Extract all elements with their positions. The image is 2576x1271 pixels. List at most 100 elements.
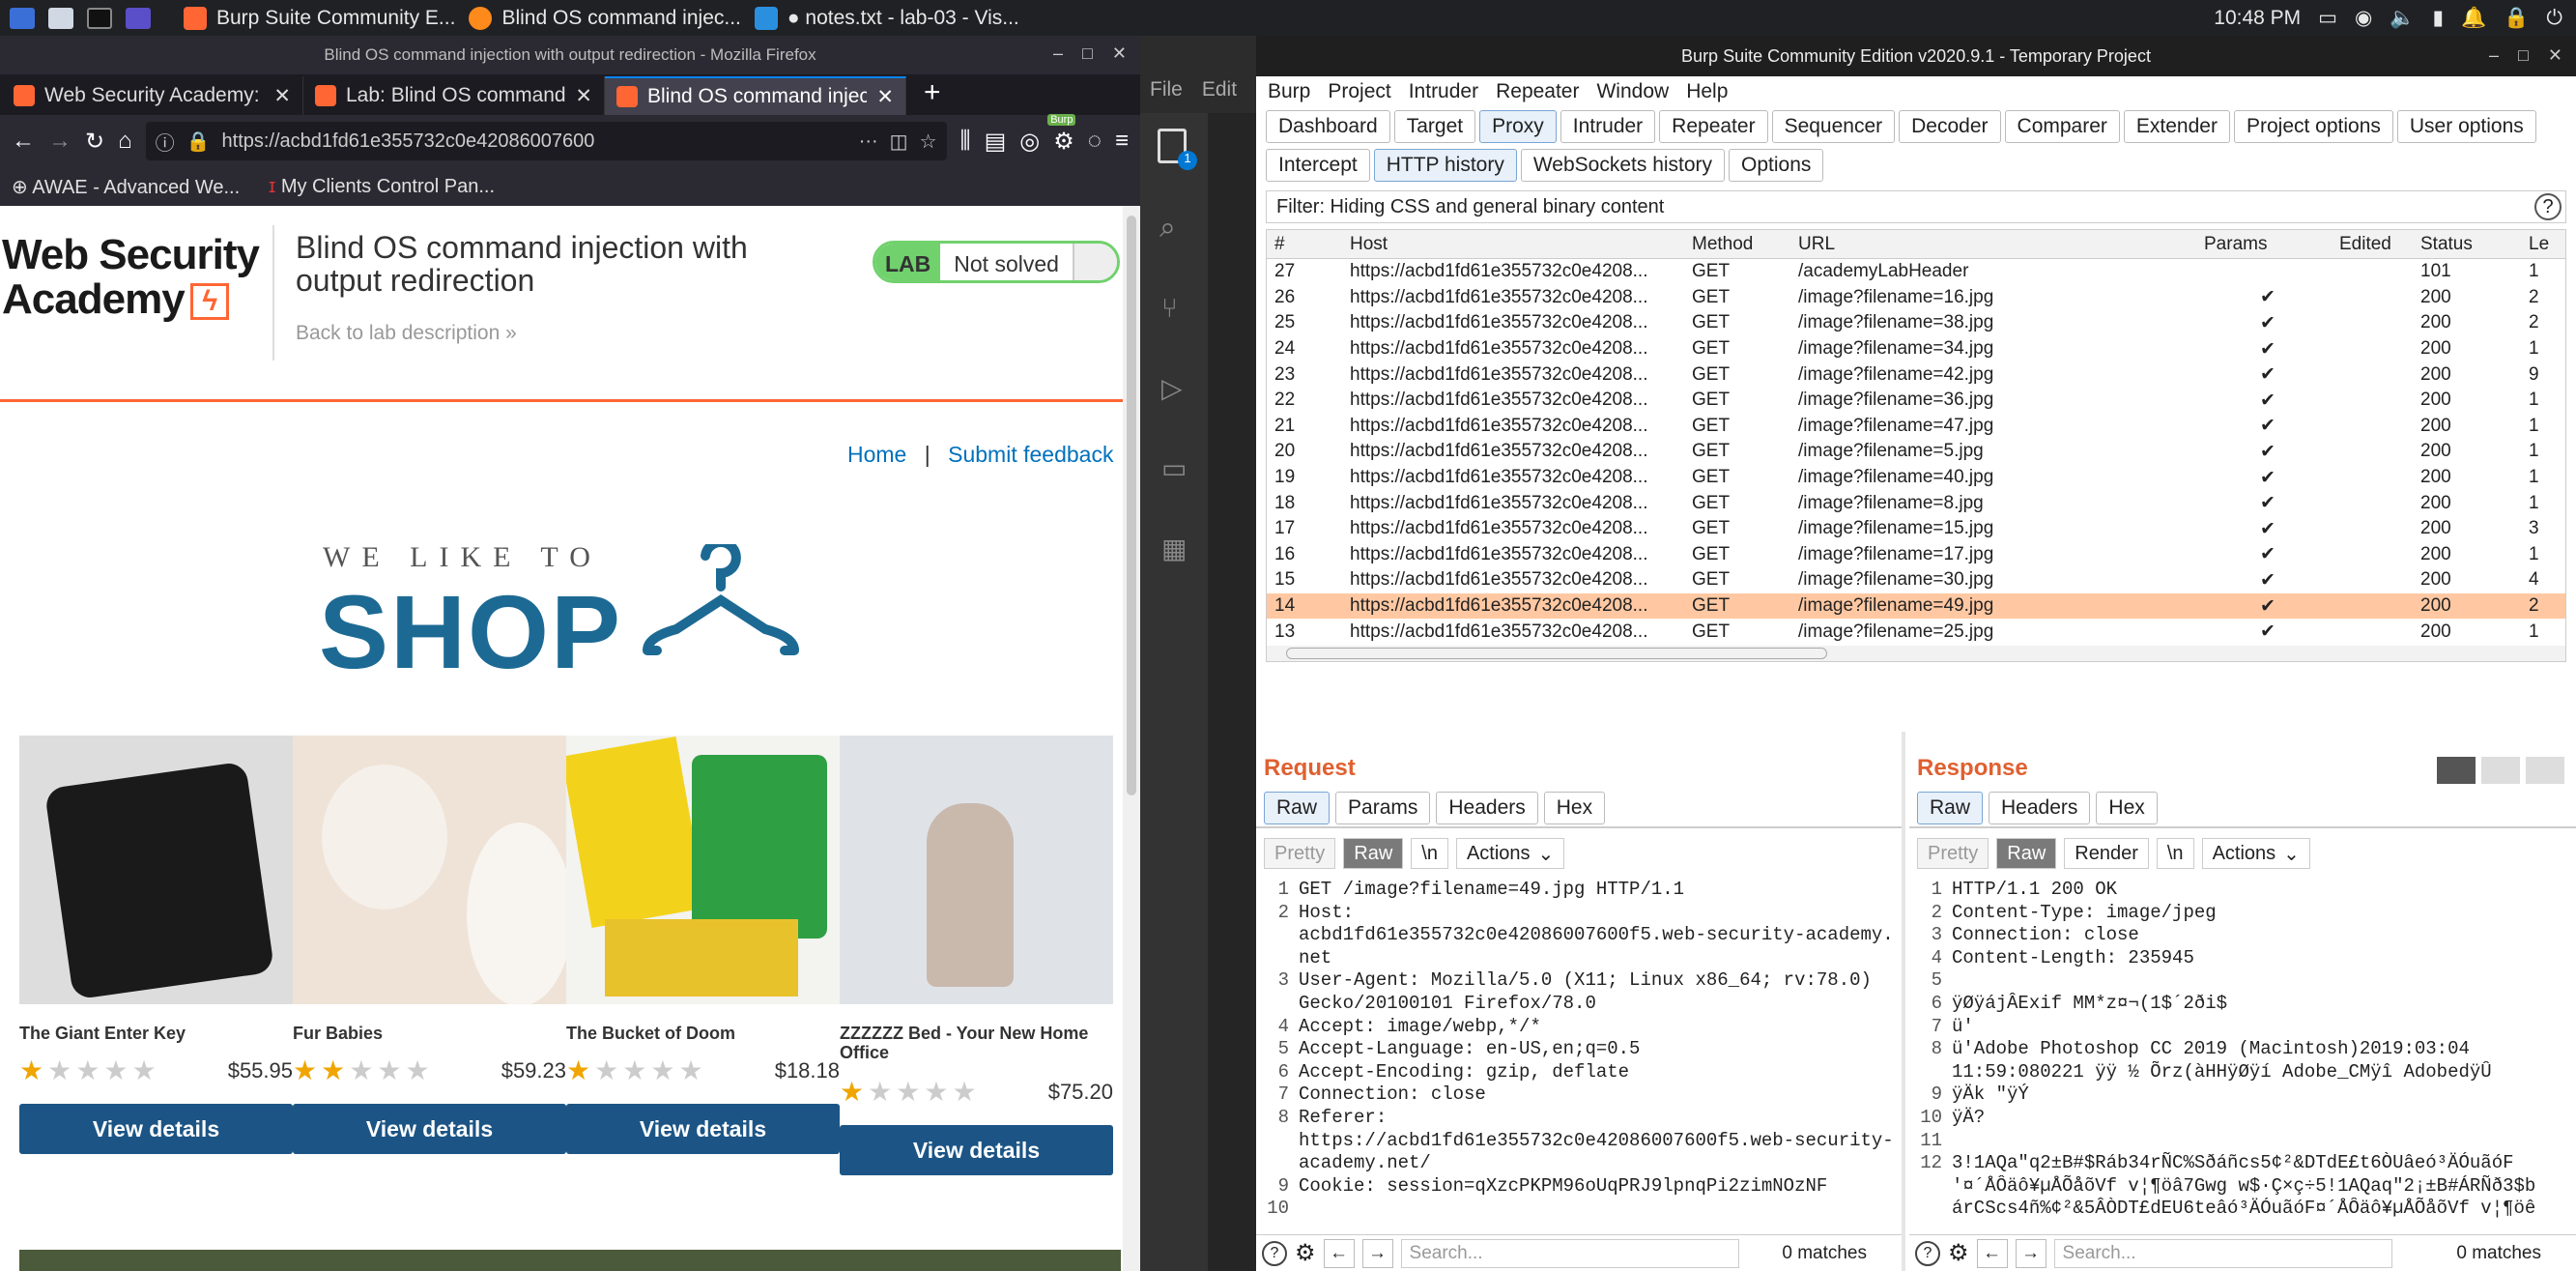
help-icon[interactable]: ? (1262, 1240, 1287, 1266)
volume-icon[interactable]: 🔈 (2390, 7, 2415, 30)
tab-close-icon[interactable]: ✕ (575, 84, 592, 108)
workspace-icon[interactable] (10, 7, 35, 29)
new-tab-icon[interactable]: + (924, 76, 941, 109)
col-url[interactable]: URL (1790, 234, 2196, 255)
table-row[interactable]: 16 https://acbd1fd61e355732c0e4208... GET /… (1267, 542, 2565, 568)
tab-dashboard[interactable]: Dashboard (1266, 110, 1390, 143)
response-search-input[interactable]: Search... (2053, 1238, 2392, 1268)
browser-tab-academy[interactable]: Web Security Academy: B ✕ (2, 76, 303, 115)
tab-comparer[interactable]: Comparer (2004, 110, 2120, 143)
tab-user-options[interactable]: User options (2396, 110, 2536, 143)
resp-tab-headers[interactable]: Headers (1989, 792, 2091, 824)
back-icon[interactable]: ← (12, 128, 35, 155)
req-tab-params[interactable]: Params (1335, 792, 1431, 824)
tab-close-icon[interactable]: ✕ (876, 85, 894, 109)
table-row[interactable]: 18 https://acbd1fd61e355732c0e4208... GET /… (1267, 490, 2565, 516)
bookmark-awae[interactable]: ⊕ AWAE - Advanced We... (12, 175, 240, 199)
display-icon[interactable]: ▭ (2318, 6, 2337, 30)
view-details-button[interactable]: View details (293, 1104, 566, 1154)
req-raw-button[interactable]: Raw (1343, 838, 1404, 869)
library-icon[interactable]: ⫼ (960, 128, 971, 155)
view-details-button[interactable]: View details (840, 1125, 1113, 1175)
menu-repeater[interactable]: Repeater (1496, 80, 1579, 103)
task-firefox[interactable]: Blind OS command injec... (469, 6, 741, 30)
terminal-icon[interactable] (87, 7, 112, 29)
col-length[interactable]: Le (2521, 234, 2560, 255)
maximize-icon[interactable]: □ (2518, 45, 2529, 66)
req-pretty-button[interactable]: Pretty (1264, 838, 1336, 869)
table-row[interactable]: 14 https://acbd1fd61e355732c0e4208... GET /… (1267, 592, 2565, 620)
burp-extension-icon[interactable]: ⚙ Burp (1047, 113, 1076, 156)
prev-match-icon[interactable]: ← (1323, 1238, 1355, 1268)
web-security-academy-logo[interactable]: Web Security Academy ϟ (2, 233, 260, 322)
col-number[interactable]: # (1267, 234, 1342, 255)
resp-pretty-button[interactable]: Pretty (1917, 838, 1989, 869)
filter-bar[interactable]: Filter: Hiding CSS and general binary co… (1266, 190, 2566, 223)
forward-icon[interactable]: → (48, 128, 72, 155)
tab-decoder[interactable]: Decoder (1899, 110, 2001, 143)
view-details-button[interactable]: View details (19, 1104, 293, 1154)
clipboard-icon[interactable]: ▮ (2433, 6, 2445, 30)
help-icon[interactable]: ? (2534, 193, 2562, 220)
browser-tab-active[interactable]: Blind OS command injecti ✕ (605, 76, 906, 115)
submit-feedback-link[interactable]: Submit feedback (948, 442, 1113, 467)
table-row[interactable]: 19 https://acbd1fd61e355732c0e4208... GET /… (1267, 465, 2565, 491)
task-burp[interactable]: Burp Suite Community E... (184, 6, 455, 30)
tab-target[interactable]: Target (1393, 110, 1476, 143)
resp-raw-button[interactable]: Raw (1996, 838, 2057, 869)
tab-proxy[interactable]: Proxy (1479, 110, 1557, 143)
menu-icon[interactable]: ≡ (1115, 128, 1129, 155)
close-icon[interactable]: ✕ (2548, 45, 2562, 66)
site-info-icon[interactable]: ⓘ (156, 128, 175, 156)
menu-intruder[interactable]: Intruder (1409, 80, 1478, 103)
resp-newline-button[interactable]: \n (2156, 838, 2194, 869)
table-row[interactable]: 25 https://acbd1fd61e355732c0e4208... GET /… (1267, 310, 2565, 336)
screen-icon[interactable] (126, 7, 151, 29)
tab-websockets-history[interactable]: WebSockets history (1520, 149, 1726, 182)
task-vscode[interactable]: ● notes.txt - lab-03 - Vis... (754, 6, 1019, 30)
product-image[interactable] (19, 736, 293, 1004)
menu-window[interactable]: Window (1596, 80, 1669, 103)
page-scrollbar[interactable] (1123, 206, 1140, 1271)
explorer-icon[interactable]: 1 (1158, 129, 1197, 170)
vscode-menu-file[interactable]: File (1150, 78, 1183, 113)
minimize-icon[interactable]: – (2489, 45, 2499, 66)
tab-repeater[interactable]: Repeater (1659, 110, 1768, 143)
bell-icon[interactable]: 🔔 (2461, 7, 2486, 30)
req-actions-dropdown[interactable]: Actions ⌄ (1455, 838, 1565, 869)
table-row[interactable]: 20 https://acbd1fd61e355732c0e4208... GET /… (1267, 439, 2565, 465)
menu-burp[interactable]: Burp (1268, 80, 1310, 103)
clock[interactable]: 10:48 PM (2214, 7, 2301, 30)
table-row[interactable]: 21 https://acbd1fd61e355732c0e4208... GET /… (1267, 414, 2565, 440)
tab-http-history[interactable]: HTTP history (1373, 149, 1517, 182)
settings-gear-icon[interactable]: ⚙ (1295, 1239, 1316, 1267)
col-edited[interactable]: Edited (2332, 234, 2413, 255)
home-link[interactable]: Home (847, 442, 906, 467)
lock-icon[interactable]: 🔒 (2504, 7, 2529, 30)
resp-actions-dropdown[interactable]: Actions ⌄ (2201, 838, 2310, 869)
tab-project-options[interactable]: Project options (2233, 110, 2393, 143)
browser-tab-lab[interactable]: Lab: Blind OS command i ✕ (303, 76, 605, 115)
maximize-icon[interactable]: □ (1082, 43, 1093, 64)
table-row[interactable]: 22 https://acbd1fd61e355732c0e4208... GET /… (1267, 388, 2565, 414)
bookmark-star-icon[interactable]: ☆ (920, 130, 937, 154)
extensions-icon[interactable]: ◌ (1088, 128, 1102, 155)
url-bar[interactable]: ⓘ 🔒 https://acbd1fd61e355732c0e420860076… (145, 122, 947, 160)
tab-options[interactable]: Options (1729, 149, 1824, 182)
table-row[interactable]: 26 https://acbd1fd61e355732c0e4208... GET /… (1267, 285, 2565, 311)
back-to-lab-link[interactable]: Back to lab description » (296, 322, 517, 345)
extensions-icon[interactable]: ▦ (1161, 533, 1208, 564)
reload-icon[interactable]: ↻ (85, 128, 104, 156)
req-tab-headers[interactable]: Headers (1436, 792, 1538, 824)
tab-intercept[interactable]: Intercept (1266, 149, 1370, 182)
run-debug-icon[interactable]: ▷ (1161, 372, 1208, 404)
layout-side-by-side-icon[interactable] (2437, 757, 2476, 784)
search-icon[interactable]: ⌕ (1159, 212, 1208, 245)
close-icon[interactable]: ✕ (1112, 43, 1127, 64)
table-row[interactable]: 15 https://acbd1fd61e355732c0e4208... GET /… (1267, 567, 2565, 593)
request-editor[interactable]: 1 GET /image?filename=49.jpg HTTP/1.1 2 Hos… (1264, 879, 1902, 1221)
col-host[interactable]: Host (1342, 234, 1684, 255)
resp-tab-raw[interactable]: Raw (1917, 792, 1984, 824)
col-status[interactable]: Status (2413, 234, 2521, 255)
view-details-button[interactable]: View details (566, 1104, 840, 1154)
